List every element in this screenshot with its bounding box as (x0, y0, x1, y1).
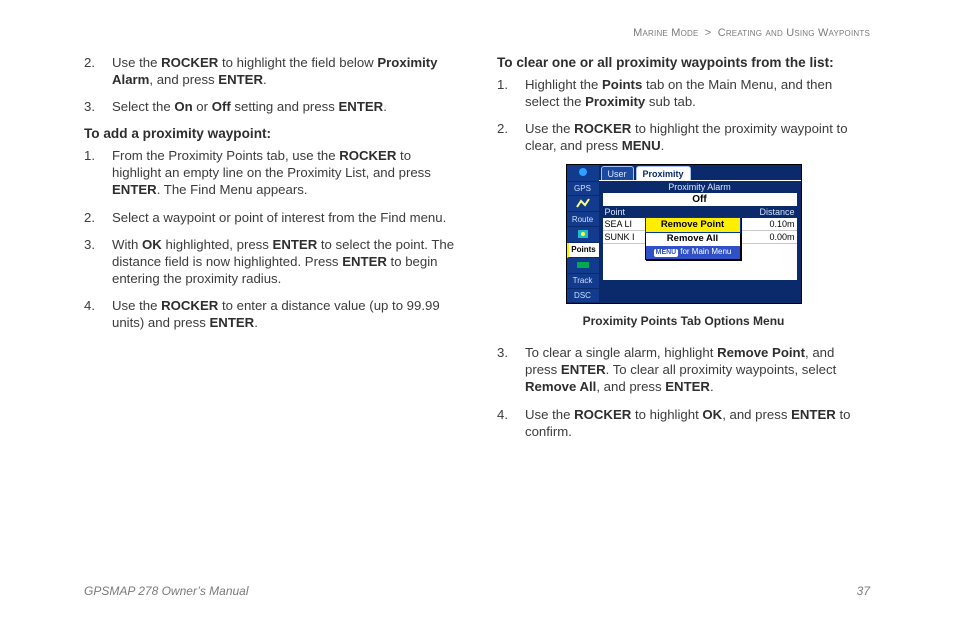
step-text: With OK highlighted, press ENTER to sele… (112, 237, 454, 286)
points-tab-label: Points (567, 243, 599, 258)
list-item: 4.Use the ROCKER to highlight OK, and pr… (497, 406, 870, 440)
track-tab-label: Track (567, 274, 599, 289)
list-item: 2.Use the ROCKER to highlight the field … (84, 54, 457, 88)
figure-caption: Proximity Points Tab Options Menu (497, 314, 870, 330)
header-sep: > (705, 27, 712, 39)
hint-text: for Main Menu (680, 247, 731, 256)
step-text: Select a waypoint or point of interest f… (112, 210, 446, 225)
list-item: 3.With OK highlighted, press ENTER to se… (84, 236, 457, 287)
footer-page-number: 37 (857, 584, 870, 600)
track-icon (567, 258, 599, 274)
points-icon (567, 227, 599, 243)
menu-item-remove-point: Remove Point (645, 217, 741, 233)
context-menu: Remove Point Remove All MENUfor Main Men… (645, 217, 741, 259)
col-point: Point (605, 207, 626, 218)
right-column: To clear one or all proximity waypoints … (497, 54, 870, 562)
step-text: To clear a single alarm, highlight Remov… (525, 345, 836, 394)
route-tab-label: Route (567, 212, 599, 227)
list-item: 2.Select a waypoint or point of interest… (84, 209, 457, 226)
step-text: Use the ROCKER to highlight OK, and pres… (525, 407, 850, 439)
running-header: Marine Mode > Creating and Using Waypoin… (633, 26, 870, 40)
step-text: Highlight the Points tab on the Main Men… (525, 77, 832, 109)
clear-steps-a: 1.Highlight the Points tab on the Main M… (497, 76, 870, 155)
cell-point: SUNK I (605, 231, 635, 243)
header-mode: Marine Mode (633, 27, 698, 39)
list-item: 4.Use the ROCKER to enter a distance val… (84, 297, 457, 331)
device-screenshot: GPS Route Points Track DSC User Proximit… (566, 164, 802, 304)
device-left-tabs: GPS Route Points Track DSC (567, 165, 599, 303)
figure-wrap: GPS Route Points Track DSC User Proximit… (497, 164, 870, 330)
cell-distance: 0.10m (769, 218, 794, 230)
clear-steps-b: 3.To clear a single alarm, highlight Rem… (497, 344, 870, 440)
pre-steps: 2.Use the ROCKER to highlight the field … (84, 54, 457, 115)
tab-proximity: Proximity (636, 166, 691, 180)
page-footer: GPSMAP 278 Owner’s Manual 37 (84, 584, 870, 600)
content-columns: 2.Use the ROCKER to highlight the field … (84, 54, 870, 562)
tab-user: User (601, 166, 634, 180)
col-distance: Distance (759, 207, 794, 218)
step-text: Use the ROCKER to highlight the proximit… (525, 121, 848, 153)
prox-alarm-value: Off (603, 193, 797, 206)
manual-page: { "header": { "left": "Marine Mode", "se… (0, 0, 954, 618)
add-steps: 1.From the Proximity Points tab, use the… (84, 147, 457, 331)
heading-add-prox: To add a proximity waypoint: (84, 125, 457, 143)
list-item: 1.Highlight the Points tab on the Main M… (497, 76, 870, 110)
menu-hint: MENUfor Main Menu (646, 246, 740, 258)
left-column: 2.Use the ROCKER to highlight the field … (84, 54, 457, 562)
list-item: 3.To clear a single alarm, highlight Rem… (497, 344, 870, 395)
step-text: Use the ROCKER to enter a distance value… (112, 298, 440, 330)
list-item: 3.Select the On or Off setting and press… (84, 98, 457, 115)
cell-distance: 0.00m (769, 231, 794, 243)
gps-tab-label: GPS (567, 182, 599, 197)
header-topic: Creating and Using Waypoints (718, 27, 870, 39)
footer-title: GPSMAP 278 Owner’s Manual (84, 584, 249, 600)
cell-point: SEA LI (605, 218, 633, 230)
device-top-tabs: User Proximity (599, 165, 801, 181)
heading-clear-prox: To clear one or all proximity waypoints … (497, 54, 870, 72)
route-icon (567, 196, 599, 212)
hint-button-label: MENU (654, 249, 679, 257)
menu-item-remove-all: Remove All (646, 232, 740, 246)
dsc-tab-label: DSC (567, 289, 599, 304)
prox-alarm-label: Proximity Alarm (599, 181, 801, 193)
step-text: Select the On or Off setting and press E… (112, 99, 387, 114)
list-item: 2.Use the ROCKER to highlight the proxim… (497, 120, 870, 154)
gps-icon (567, 165, 599, 181)
list-item: 1.From the Proximity Points tab, use the… (84, 147, 457, 198)
step-text: From the Proximity Points tab, use the R… (112, 148, 431, 197)
step-text: Use the ROCKER to highlight the field be… (112, 55, 437, 87)
